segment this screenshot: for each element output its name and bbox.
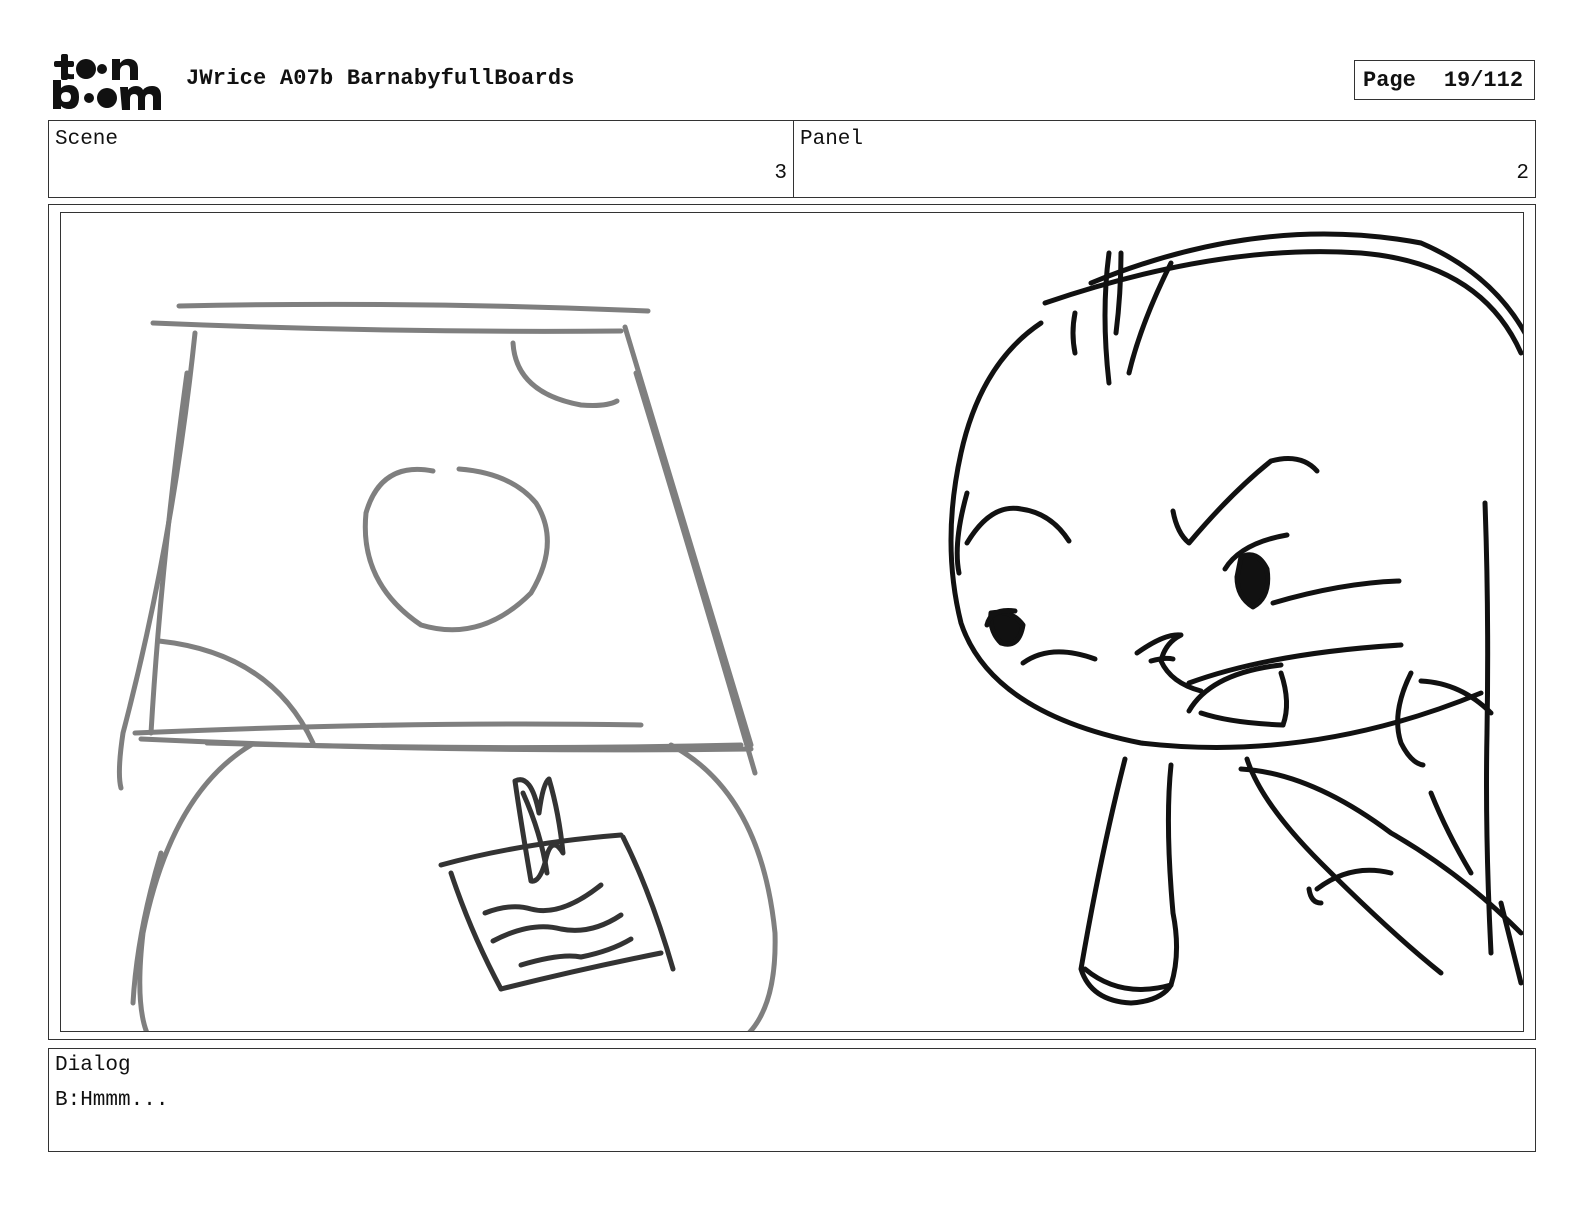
panel-cell: Panel 2 <box>794 121 1535 197</box>
page-number: 19/112 <box>1443 67 1524 93</box>
dialog-box: Dialog B:Hmmm... <box>48 1048 1536 1152</box>
dialog-label: Dialog <box>55 1054 131 1077</box>
scene-panel-row: Scene 3 Panel 2 <box>48 120 1536 198</box>
scene-cell: Scene 3 <box>49 121 794 197</box>
page-label: Page <box>1363 67 1416 93</box>
toon-boom-logo <box>53 54 161 110</box>
note-sketch <box>438 776 676 992</box>
storyboard-sketch <box>116 231 1523 1031</box>
project-title: JWrice A07b BarnabyfullBoards <box>186 66 575 91</box>
panel-label: Panel <box>800 128 864 151</box>
scene-number: 3 <box>774 162 787 185</box>
scene-label: Scene <box>55 128 119 151</box>
storyboard-panel-image <box>60 212 1524 1032</box>
panel-number: 2 <box>1516 162 1529 185</box>
lamp-sketch <box>116 301 778 1031</box>
character-sketch <box>948 231 1523 1006</box>
dialog-text: B:Hmmm... <box>55 1089 169 1112</box>
page-indicator: Page 19/112 <box>1354 60 1535 100</box>
